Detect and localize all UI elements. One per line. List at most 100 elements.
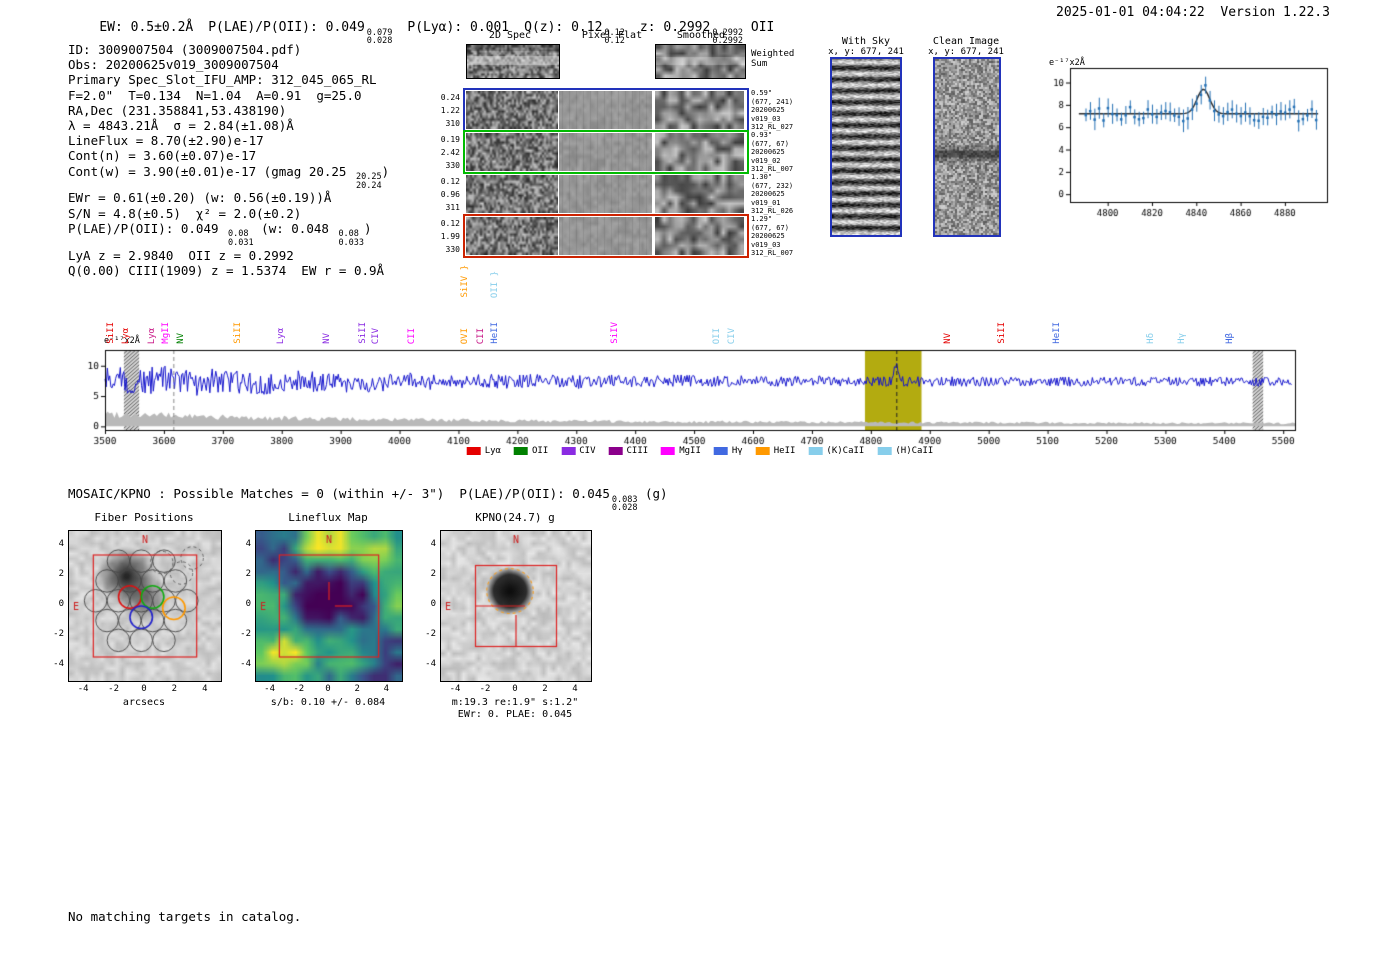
weighted-2dspec-image xyxy=(466,44,560,79)
spectrum-line-label: Hγ xyxy=(1177,333,1188,344)
row-2dspec-image xyxy=(466,91,558,129)
legend-swatch xyxy=(661,447,676,455)
spectrum-line-label: HeII xyxy=(489,322,500,344)
row-2dspec-image xyxy=(466,133,558,171)
legend-swatch xyxy=(608,447,623,455)
spectrum-line-label: Lyα xyxy=(275,327,286,344)
clean-image-canvas xyxy=(935,59,999,235)
spectrum-line-label: OII } xyxy=(489,270,500,298)
match-plae-uncertainty: 0.083 0.028 xyxy=(611,494,638,514)
legend-label: HeII xyxy=(773,446,796,456)
legend-label: MgII xyxy=(679,446,701,456)
axis-tick-label: -4 xyxy=(449,684,461,694)
withsky-coords: x, y: 677, 241 xyxy=(828,47,904,57)
kpno-xlabel2: EWr: 0. PLAE: 0.045 xyxy=(457,709,573,720)
axis-tick-label: -2 xyxy=(240,629,251,639)
spectrum-line-label: SiIV xyxy=(610,322,621,344)
axis-tick-label: 4 xyxy=(58,539,64,549)
legend-swatch xyxy=(513,447,528,455)
axis-tick-label: 4 xyxy=(383,684,390,694)
spectrum-line-label: Lyα xyxy=(147,327,158,344)
cutout-col-header: 2D Spec xyxy=(488,30,532,41)
fiber-xlabel: arcsecs xyxy=(122,697,166,708)
axis-tick-label: 2 xyxy=(354,684,360,694)
spectrum-line-labels: SiII Lyα Lyα MgII NV SiII Lyα NV SiII CIV CII OVI Si… xyxy=(0,262,1400,346)
axis-tick-label: 0 xyxy=(430,599,436,609)
axis-tick-label: 2 xyxy=(171,684,178,694)
row-2dspec-image xyxy=(466,175,558,213)
legend-label: CIII xyxy=(626,446,649,456)
spectrum-line-label: OVI xyxy=(459,327,470,344)
axis-tick-label: 4 xyxy=(202,684,208,694)
spectrum-line-label: NV xyxy=(175,333,186,344)
legend-label: CIV xyxy=(579,446,596,456)
spectrum-line-label: Hβ xyxy=(1225,333,1236,344)
row-pixelflat-image xyxy=(559,175,652,213)
row-smoothed-image xyxy=(655,133,744,171)
axis-tick-label: 0 xyxy=(58,599,64,609)
lineflux-xlabel: s/b: 0.10 +/- 0.084 xyxy=(270,697,386,708)
legend-item: (H)CaII xyxy=(877,446,933,456)
legend-item: Hγ xyxy=(713,446,743,456)
legend-swatch xyxy=(713,447,728,455)
legend-swatch xyxy=(561,447,576,455)
clean-title: Clean Image xyxy=(932,36,1000,47)
row-pixelflat-image xyxy=(559,133,652,171)
axis-tick-label: -4 xyxy=(77,684,89,694)
legend-item: MgII xyxy=(661,446,701,456)
cutout-row-metrics: 0.12 1.99 330 xyxy=(440,219,460,254)
lineflux-map xyxy=(255,530,403,682)
linefit-chart xyxy=(1040,52,1335,224)
spectrum-line-label: SiII xyxy=(996,322,1007,344)
spectrum-line-label: CIV xyxy=(726,327,737,344)
legend-swatch xyxy=(877,447,892,455)
withsky-image-canvas xyxy=(832,59,900,235)
cutout-row-annotation: 0.93" (677, 67) 20200625 v019_02 312_RL_007 xyxy=(751,131,794,174)
cutout-row xyxy=(463,214,749,258)
legend-item: OII xyxy=(513,446,549,456)
spectrum-line-label: CII xyxy=(406,327,417,344)
legend-label: OII xyxy=(531,446,549,456)
cutout-col-header: Pixel Flat xyxy=(581,30,643,41)
axis-tick-label: 2 xyxy=(542,684,548,694)
panel-title-kpno: KPNO(24.7) g xyxy=(475,511,555,524)
row-pixelflat-image xyxy=(559,91,652,129)
axis-tick-label: -4 xyxy=(53,659,64,669)
spectrum-line-label: OII xyxy=(711,327,722,344)
axis-tick-label: 2 xyxy=(58,569,64,579)
axis-tick-label: 4 xyxy=(572,684,578,694)
withsky-title: With Sky xyxy=(841,36,891,47)
cutout-row-metrics: 0.24 1.22 310 xyxy=(440,93,460,128)
cutout-row xyxy=(463,88,749,132)
legend-item: CIII xyxy=(608,446,649,456)
legend-swatch xyxy=(466,447,481,455)
weighted-sum-label: Weighted Sum xyxy=(751,49,795,69)
spectrum-line-label: NV xyxy=(942,333,953,344)
spectrum-line-label: SiII xyxy=(106,322,117,344)
axis-tick-label: 0 xyxy=(245,599,251,609)
legend-swatch xyxy=(755,447,770,455)
legend-item: Lyα xyxy=(466,446,501,456)
axis-tick-label: -4 xyxy=(240,659,251,669)
axis-tick-label: -2 xyxy=(53,629,64,639)
row-pixelflat-image xyxy=(559,217,652,255)
panel-title-fiber-positions: Fiber Positions xyxy=(94,511,194,524)
axis-tick-label: -4 xyxy=(264,684,276,694)
footer-note: No matching targets in catalog. Row inte… xyxy=(68,876,301,953)
withsky-image xyxy=(830,57,902,237)
cutout-row-metrics: 0.12 0.96 311 xyxy=(440,177,460,212)
axis-tick-label: -2 xyxy=(108,684,120,694)
spectrum-line-label: SiII xyxy=(358,322,369,344)
axis-tick-label: -2 xyxy=(425,629,436,639)
panel-title-lineflux-map: Lineflux Map xyxy=(288,511,368,524)
legend-label: (H)CaII xyxy=(895,446,934,456)
clean-coords: x, y: 677, 241 xyxy=(928,47,1004,57)
cutout-row-annotation: 0.59" (677, 241) 20200625 v019_03 312_RL_027 xyxy=(751,89,794,132)
spectrum-line-label: CIV xyxy=(371,327,382,344)
axis-tick-label: -4 xyxy=(425,659,436,669)
spectrum-line-label: MgII xyxy=(161,322,172,344)
legend-item: HeII xyxy=(755,446,796,456)
spectrum-line-label: SiII xyxy=(232,322,243,344)
cutout-row xyxy=(463,130,749,174)
report-page: EW: 0.5±0.2Å P(LAE)/P(OII): 0.049 0.079 0.0… xyxy=(0,0,1400,953)
